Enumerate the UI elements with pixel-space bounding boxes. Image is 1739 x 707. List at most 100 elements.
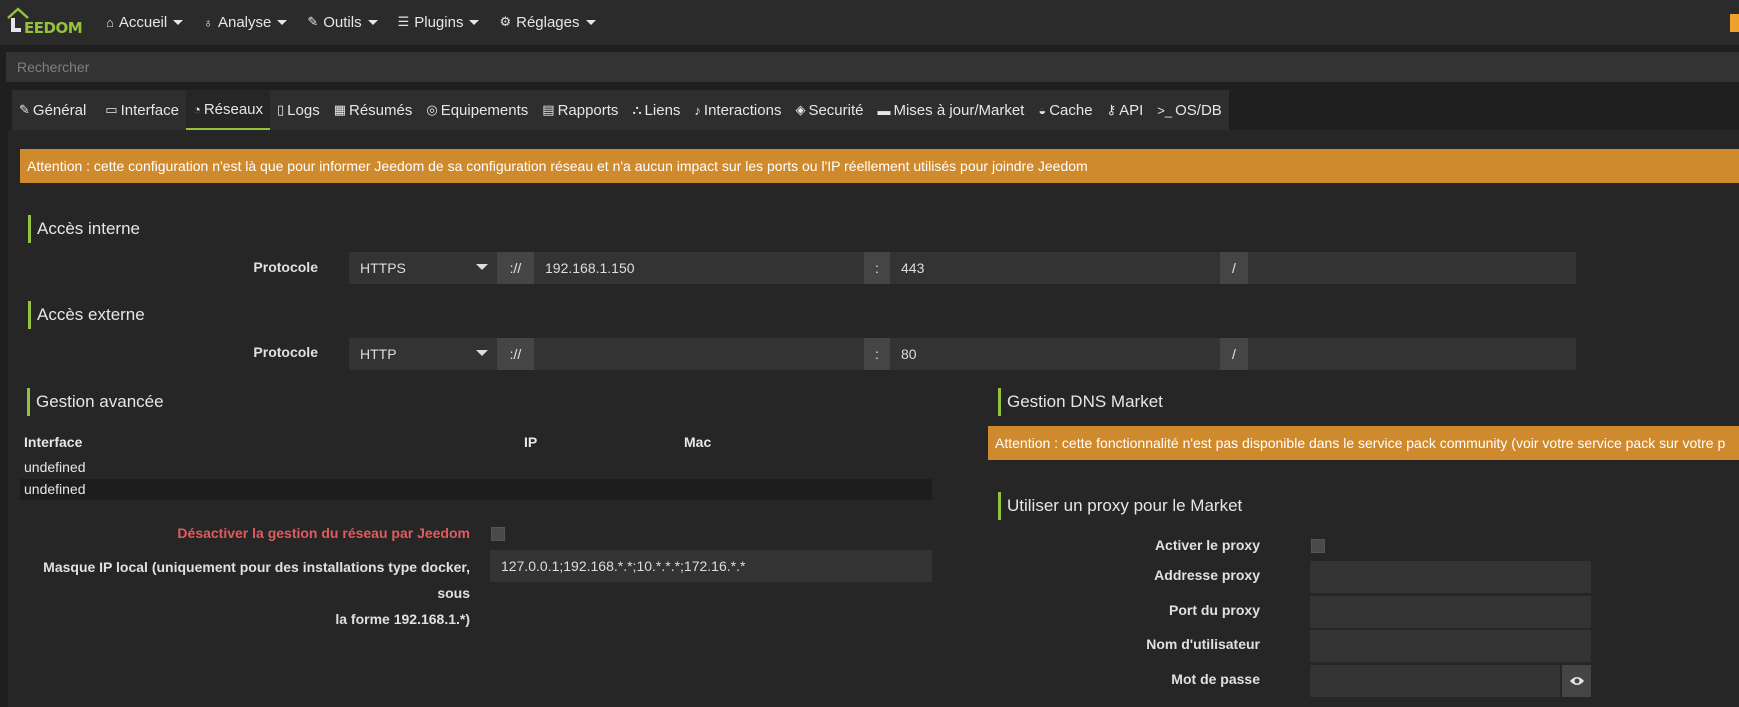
chevron-down-icon	[585, 19, 596, 25]
tab-resumes[interactable]: ▦ Résumés	[327, 90, 420, 130]
path-separator: /	[1220, 338, 1248, 370]
tab-label: OS/DB	[1175, 101, 1222, 119]
menu-analyse[interactable]: ♁ Analyse	[193, 0, 297, 44]
report-icon: ▤	[542, 102, 555, 117]
tab-general[interactable]: ✎ Général	[12, 90, 93, 130]
internal-access-title: Accès interne	[28, 215, 140, 243]
tab-logs[interactable]: ▯ Logs	[270, 90, 327, 130]
car-icon: ◒	[1038, 102, 1047, 118]
menu-outils[interactable]: ✎ Outils	[297, 0, 387, 44]
show-password-button[interactable]	[1562, 665, 1591, 697]
tab-interface[interactable]: ▭ Interface	[93, 90, 186, 130]
internal-port-input[interactable]: 443	[890, 252, 1220, 284]
tab-api[interactable]: ⚷ API	[1100, 90, 1151, 130]
chevron-down-icon	[173, 19, 184, 25]
external-port-input[interactable]: 80	[890, 338, 1220, 370]
advanced-title: Gestion avancée	[27, 388, 164, 416]
external-path-input[interactable]	[1248, 338, 1576, 370]
tab-mises-a-jour[interactable]: ▬ Mises à jour/Market	[870, 90, 1031, 130]
tab-label: Cache	[1049, 101, 1093, 119]
external-access-title: Accès externe	[28, 301, 145, 329]
stethoscope-icon: ♁	[203, 14, 213, 30]
tab-label: Liens	[644, 101, 681, 119]
main-menu: ⌂ Accueil ♁ Analyse ✎ Outils ☰ Plugins ⚙…	[96, 0, 606, 46]
menu-plugins[interactable]: ☰ Plugins	[388, 0, 490, 44]
scheme-separator: ://	[497, 252, 534, 284]
top-navbar: EEDOM ⌂ Accueil ♁ Analyse ✎ Outils ☰ Plu…	[0, 0, 1739, 46]
local-ip-mask-input[interactable]: 127.0.0.1;192.168.*.*;10.*.*.*;172.16.*.…	[490, 550, 932, 582]
tab-liens[interactable]: ⛬ Liens	[625, 90, 687, 130]
tab-label: Général	[32, 101, 87, 119]
proxy-user-label: Nom d'utilisateur	[1146, 636, 1260, 652]
chevron-down-icon	[476, 350, 488, 356]
tab-reseaux[interactable]: ◔ Réseaux	[185, 90, 271, 130]
network-settings-panel: Attention : cette configuration n'est là…	[8, 130, 1739, 707]
tab-securite[interactable]: ◈ Securité	[788, 90, 870, 130]
enable-proxy-label: Activer le proxy	[1154, 537, 1260, 553]
port-separator: :	[864, 252, 890, 284]
proxy-password-input[interactable]	[1310, 665, 1560, 697]
jeedom-logo[interactable]: EEDOM	[6, 6, 83, 38]
equipment-icon: ◎	[426, 102, 438, 117]
menu-label: Analyse	[217, 13, 272, 31]
menu-label: Accueil	[118, 13, 168, 31]
internal-protocol-value: HTTPS	[360, 260, 406, 276]
internal-path-input[interactable]	[1248, 252, 1576, 284]
credit-card-icon: ▬	[877, 102, 891, 118]
tab-rapports[interactable]: ▤ Rapports	[535, 90, 625, 130]
dns-market-title: Gestion DNS Market	[998, 388, 1163, 416]
chevron-down-icon	[277, 19, 288, 25]
proxy-address-label: Addresse proxy	[1154, 567, 1260, 583]
sitemap-icon: ⛬	[632, 102, 642, 117]
menu-label: Outils	[323, 13, 362, 31]
tab-interactions[interactable]: ♪ Interactions	[687, 90, 788, 130]
tab-label: Logs	[287, 101, 320, 119]
table-icon: ▦	[333, 102, 346, 117]
tab-os-db[interactable]: >_ OS/DB	[1150, 90, 1229, 130]
search-input[interactable]	[6, 52, 1739, 82]
proxy-port-input[interactable]	[1310, 596, 1591, 628]
chevron-down-icon	[469, 19, 480, 25]
tab-cache[interactable]: ◒ Cache	[1031, 90, 1099, 130]
tab-label: API	[1119, 101, 1144, 119]
menu-reglages[interactable]: ⚙ Réglages	[489, 0, 605, 44]
terminal-icon: >_	[1157, 102, 1173, 118]
home-icon: ⌂	[106, 14, 114, 30]
port-separator: :	[864, 338, 890, 370]
shield-icon: ◈	[795, 102, 806, 117]
disable-network-checkbox[interactable]	[491, 527, 505, 541]
tab-label: Securité	[808, 101, 864, 119]
proxy-user-input[interactable]	[1310, 630, 1591, 662]
chevron-down-icon	[476, 264, 488, 270]
col-mac: Mac	[684, 434, 712, 450]
tab-label: Réseaux	[203, 100, 264, 118]
tab-equipements[interactable]: ◎ Equipements	[419, 90, 535, 130]
menu-accueil[interactable]: ⌂ Accueil	[96, 0, 193, 44]
proxy-address-input[interactable]	[1310, 561, 1591, 593]
notification-badge[interactable]	[1730, 14, 1739, 32]
menu-label: Réglages	[516, 13, 580, 31]
col-ip: IP	[524, 434, 538, 450]
tab-label: Résumés	[349, 101, 413, 119]
external-protocol-label: Protocole	[253, 344, 318, 360]
proxy-title: Utiliser un proxy pour le Market	[998, 492, 1242, 520]
file-icon: ▯	[277, 102, 285, 117]
wrench-icon: ✎	[19, 102, 30, 117]
external-protocol-value: HTTP	[360, 346, 397, 362]
internal-protocol-select[interactable]: HTTPS	[349, 252, 497, 284]
rss-icon: ◔	[192, 101, 201, 117]
internal-host-input[interactable]: 192.168.1.150	[534, 252, 864, 284]
wrench-icon: ✎	[307, 14, 319, 29]
proxy-port-label: Port du proxy	[1168, 602, 1260, 618]
chevron-down-icon	[367, 19, 378, 25]
logo-text: EEDOM	[24, 19, 83, 37]
eye-icon	[1569, 677, 1584, 685]
table-row: undefined	[24, 459, 86, 475]
scheme-separator: ://	[497, 338, 534, 370]
col-interface: Interface	[24, 434, 83, 450]
external-host-input[interactable]	[534, 338, 864, 370]
tab-label: Equipements	[440, 101, 529, 119]
external-protocol-select[interactable]: HTTP	[349, 338, 497, 370]
key-icon: ⚷	[1106, 102, 1117, 117]
enable-proxy-checkbox[interactable]	[1311, 539, 1325, 553]
